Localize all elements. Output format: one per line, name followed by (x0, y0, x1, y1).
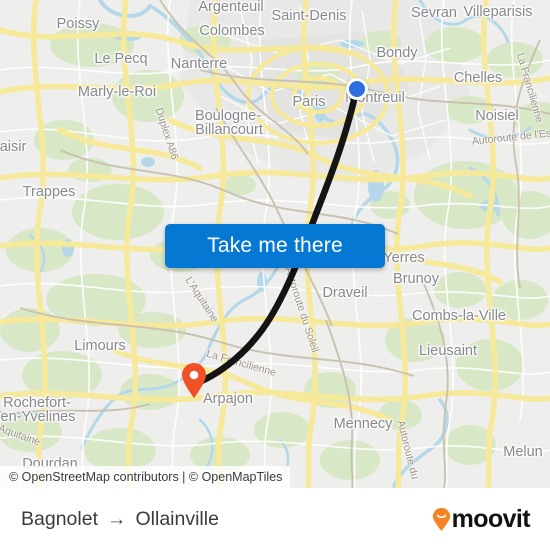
map-attribution[interactable]: © OpenStreetMap contributors | © OpenMap… (0, 466, 291, 488)
map-screenshot: Poissy Argenteuil Saint-Denis Sevran Villepa… (0, 0, 550, 550)
route-origin-label: Bagnolet (21, 507, 98, 530)
map-attribution-text: © OpenStreetMap contributors | © OpenMap… (9, 470, 283, 484)
route-destination-label: Ollainville (135, 507, 219, 530)
take-me-there-label: Take me there (207, 234, 343, 257)
moovit-wordmark: moovit (451, 504, 531, 533)
route-title: Bagnolet → Ollainville (21, 508, 219, 531)
destination-marker-pin[interactable] (181, 362, 207, 398)
arrow-right-icon: → (106, 507, 127, 530)
footer-bar: Bagnolet → Ollainville moovit (0, 488, 550, 550)
map-canvas[interactable]: Poissy Argenteuil Saint-Denis Sevran Villepa… (0, 0, 550, 488)
moovit-pin-icon (432, 507, 451, 531)
origin-marker-dot[interactable] (346, 78, 368, 100)
take-me-there-button[interactable]: Take me there (165, 224, 385, 268)
moovit-logo[interactable]: moovit (432, 504, 531, 534)
